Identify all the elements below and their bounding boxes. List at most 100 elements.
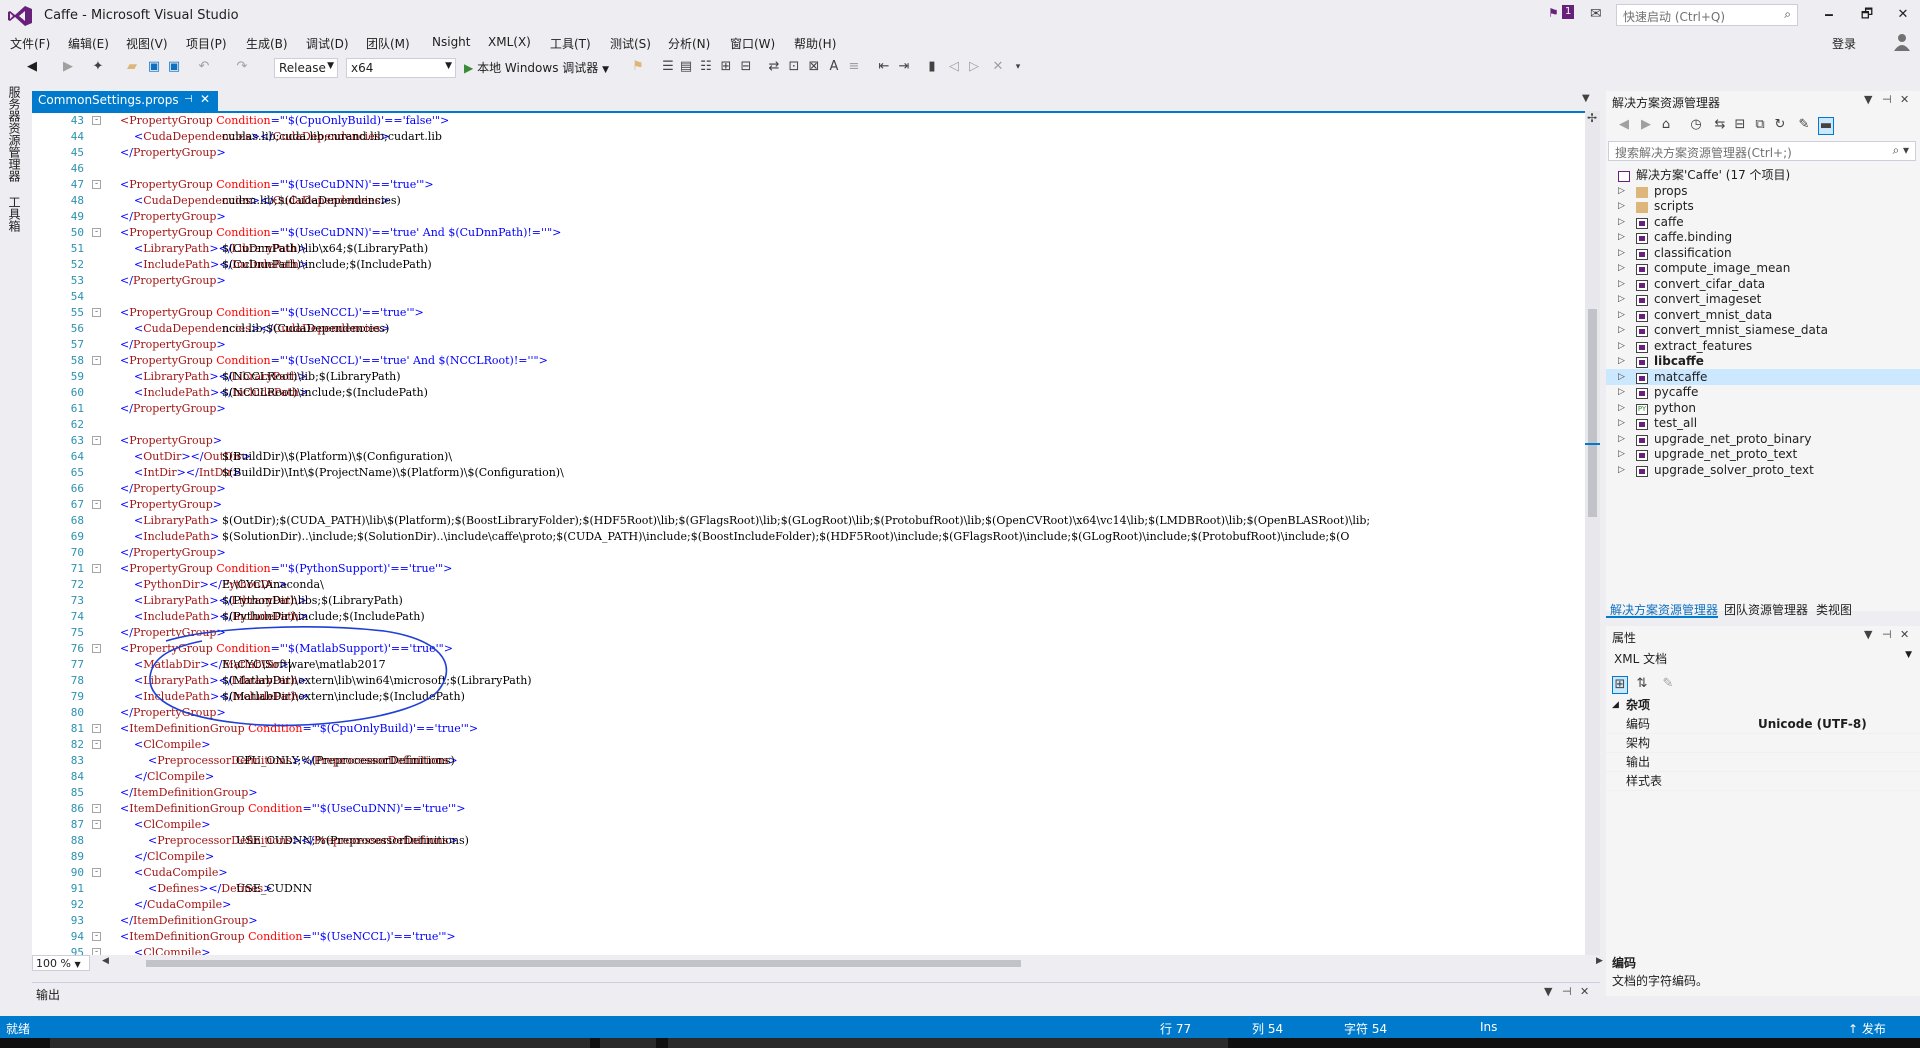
code-line[interactable]: 82- <ClCompile>	[32, 737, 1585, 753]
menu-view[interactable]: 视图(V)	[126, 35, 168, 52]
tree-item[interactable]: ▷ pycaffe	[1606, 384, 1920, 400]
code-line[interactable]: 59 <LibraryPath> $(NCCLRoot)\lib;$(Library…	[32, 369, 1585, 385]
menu-team[interactable]: 团队(M)	[366, 35, 410, 52]
menu-tools[interactable]: 工具(T)	[550, 35, 591, 52]
outdent-icon[interactable]: ⇤	[876, 59, 892, 75]
pin-icon[interactable]: ⊣	[184, 94, 193, 105]
tree-item[interactable]: ▷ scripts	[1606, 198, 1920, 214]
expand-icon[interactable]: ▷	[1618, 276, 1625, 292]
undo-icon[interactable]: ↶	[196, 59, 212, 75]
notification-count-badge[interactable]: 1	[1562, 5, 1575, 19]
fold-toggle-icon[interactable]: -	[92, 740, 101, 749]
solution-platform-dropdown[interactable]: x64 ▼	[346, 58, 456, 78]
property-row[interactable]: 输出	[1606, 753, 1920, 772]
taskbar-item[interactable]	[50, 1038, 590, 1048]
scroll-left-icon[interactable]: ◀	[102, 956, 109, 966]
property-row[interactable]: 架构	[1606, 734, 1920, 753]
user-account-icon[interactable]	[1894, 33, 1910, 51]
xml-open-icon[interactable]: ⊠	[806, 59, 822, 75]
save-all-icon[interactable]: ▣	[166, 59, 182, 75]
code-line[interactable]: 72 <PythonDir> E:\CYC\Anaconda\ </PythonDir…	[32, 577, 1585, 593]
expand-icon[interactable]: ▷	[1618, 322, 1625, 338]
solution-root-node[interactable]: 解决方案'Caffe' (17 个项目)	[1606, 167, 1920, 183]
document-icon[interactable]: ▤	[678, 59, 694, 75]
property-row[interactable]: 样式表	[1606, 772, 1920, 791]
solution-explorer-search-input[interactable]: 搜索解决方案资源管理器(Ctrl+;) ⌕ ▾	[1608, 141, 1916, 161]
property-pages-icon[interactable]: ✎	[1660, 676, 1676, 692]
fold-toggle-icon[interactable]: -	[92, 724, 101, 733]
tree-item[interactable]: ▷ caffe	[1606, 214, 1920, 230]
expand-icon[interactable]: ▷	[1618, 446, 1625, 462]
fold-toggle-icon[interactable]: -	[92, 948, 101, 955]
expand-icon[interactable]: ▷	[1618, 307, 1625, 323]
tree-item[interactable]: ▷ classification	[1606, 245, 1920, 261]
sync-icon[interactable]: ⇆	[1712, 117, 1728, 133]
expand-icon[interactable]: ▷	[1618, 384, 1625, 400]
code-line[interactable]: 57 </PropertyGroup>	[32, 337, 1585, 353]
code-line[interactable]: 90- <CudaCompile>	[32, 865, 1585, 881]
fold-toggle-icon[interactable]: -	[92, 644, 101, 653]
menu-project[interactable]: 项目(P)	[186, 35, 227, 52]
fold-toggle-icon[interactable]: -	[92, 932, 101, 941]
prev-bookmark-icon[interactable]: ◁	[946, 59, 962, 75]
fold-toggle-icon[interactable]: -	[92, 436, 101, 445]
expand-icon[interactable]: ▷	[1618, 198, 1625, 214]
code-line[interactable]: 68 <LibraryPath> $(OutDir);$(CUDA_PATH)\li…	[32, 513, 1585, 529]
expand-icon[interactable]: ▷	[1618, 338, 1625, 354]
close-icon[interactable]: ✕	[200, 92, 210, 106]
expand-icon[interactable]: ▷	[1618, 245, 1625, 261]
find-in-files-icon[interactable]: ⚑	[630, 59, 646, 75]
menu-xml[interactable]: XML(X)	[488, 35, 531, 49]
tab-team-explorer[interactable]: 团队资源管理器	[1724, 601, 1808, 618]
alphabetical-icon[interactable]: ⇅	[1634, 676, 1650, 692]
code-line[interactable]: 47- <PropertyGroup Condition="'$(UseCuDNN…	[32, 177, 1585, 193]
indent-icon[interactable]: ⇥	[896, 59, 912, 75]
new-project-icon[interactable]: ✦	[90, 59, 106, 75]
tree-item[interactable]: ▷ upgrade_net_proto_text	[1606, 446, 1920, 462]
menu-help[interactable]: 帮助(H)	[794, 35, 836, 52]
preview-selected-icon[interactable]: ▬	[1818, 117, 1834, 135]
menu-nsight[interactable]: Nsight	[432, 35, 471, 49]
code-line[interactable]: 48 <CudaDependencies> cudnn.lib;$(CudaDepe…	[32, 193, 1585, 209]
code-line[interactable]: 58- <PropertyGroup Condition="'$(UseNCCL)…	[32, 353, 1585, 369]
code-editor[interactable]: 43- <PropertyGroup Condition="'$(CpuOnlyB…	[32, 113, 1585, 955]
close-window-button[interactable]: ✕	[1888, 4, 1918, 26]
menu-file[interactable]: 文件(F)	[10, 35, 50, 52]
show-all-files-icon[interactable]: ⧉	[1752, 117, 1768, 133]
save-icon[interactable]: ▣	[146, 59, 162, 75]
code-line[interactable]: 43- <PropertyGroup Condition="'$(CpuOnlyB…	[32, 113, 1585, 129]
menu-window[interactable]: 窗口(W)	[730, 35, 775, 52]
expand-icon[interactable]: ▷	[1618, 353, 1625, 369]
text-icon[interactable]: A	[826, 59, 842, 75]
next-bookmark-icon[interactable]: ▷	[966, 59, 982, 75]
panel-dropdown-icon[interactable]: ▼	[1864, 93, 1872, 106]
expand-icon[interactable]: ▷	[1618, 260, 1625, 276]
menu-analyze[interactable]: 分析(N)	[668, 35, 710, 52]
code-line[interactable]: 95 - <ClCompile>	[32, 945, 1585, 955]
editor-vertical-scrollbar[interactable]: ✢	[1585, 111, 1600, 955]
properties-object-dropdown[interactable]: XML 文档 ▼	[1608, 648, 1916, 668]
taskbar-item[interactable]	[600, 1038, 656, 1048]
navigate-forward-icon[interactable]: ▶	[60, 59, 76, 75]
toolbar-overflow-icon[interactable]: ▾	[1010, 59, 1026, 75]
code-line[interactable]: 46	[32, 161, 1585, 177]
xml-nav-icon[interactable]: ⇄	[766, 59, 782, 75]
code-line[interactable]: 52 <IncludePath> $(CuDnnPath)\include;$(In…	[32, 257, 1585, 273]
search-icon[interactable]: ⌕ ▾	[1892, 143, 1909, 158]
tree-icon[interactable]: ⊞	[718, 59, 734, 75]
code-line[interactable]: 64 <OutDir> $(BuildDir)\$(Platform)\$(Conf…	[32, 449, 1585, 465]
property-category[interactable]: ◢ 杂项	[1606, 696, 1920, 715]
tree-item[interactable]: ▷ convert_mnist_data	[1606, 307, 1920, 323]
code-line[interactable]: 69 <IncludePath> $(SolutionDir)..\include;…	[32, 529, 1585, 545]
code-line[interactable]: 83 <PreprocessorDefinitions> CPU_ONLY;%(Pr…	[32, 753, 1585, 769]
code-line[interactable]: 87- <ClCompile>	[32, 817, 1585, 833]
expand-icon[interactable]: ▷	[1618, 462, 1625, 478]
close-icon[interactable]: ✕	[1580, 985, 1589, 998]
fold-toggle-icon[interactable]: -	[92, 228, 101, 237]
fold-toggle-icon[interactable]: -	[92, 308, 101, 317]
code-line[interactable]: 89 </ClCompile>	[32, 849, 1585, 865]
categorized-icon[interactable]: ⊞	[1612, 676, 1628, 694]
collapse-all-icon[interactable]: ⊟	[1732, 117, 1748, 133]
code-line[interactable]: 50- <PropertyGroup Condition="'$(UseCuDNN…	[32, 225, 1585, 241]
tree-item[interactable]: ▷ matcaffe	[1606, 368, 1920, 385]
